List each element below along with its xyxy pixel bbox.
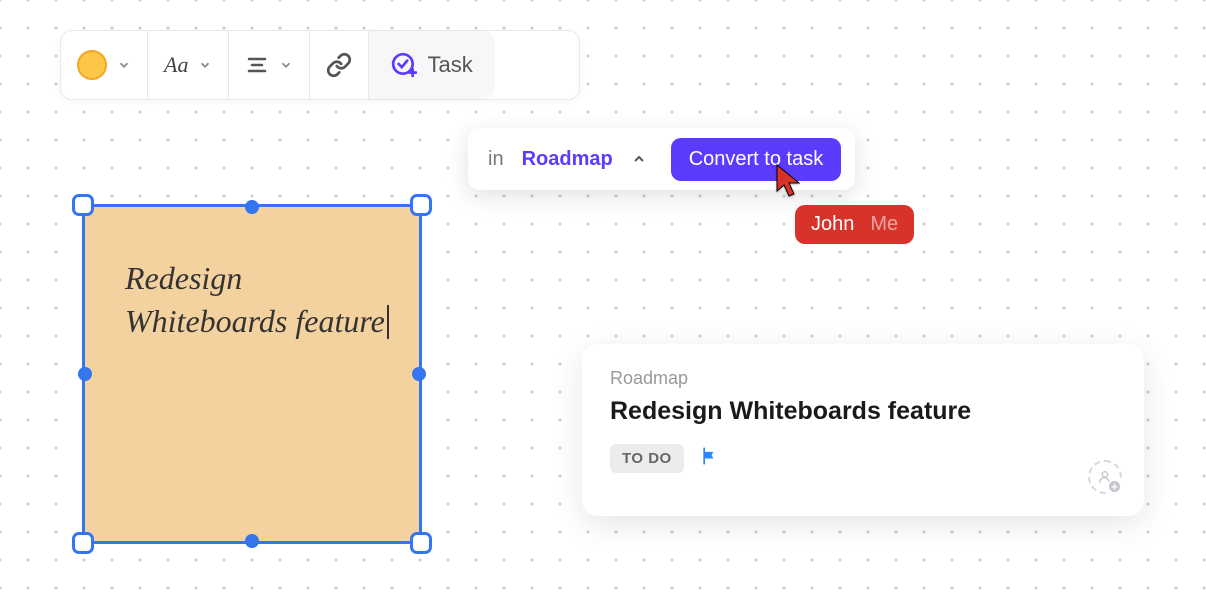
resize-handle-left[interactable] <box>78 367 92 381</box>
resize-handle-bottom[interactable] <box>245 534 259 548</box>
resize-handle-bottom-right[interactable] <box>410 532 432 554</box>
align-center-icon <box>245 53 269 77</box>
text-caret <box>387 305 389 339</box>
task-title[interactable]: Redesign Whiteboards feature <box>610 397 1116 426</box>
chevron-down-icon <box>279 58 293 72</box>
task-card[interactable]: Roadmap Redesign Whiteboards feature TO … <box>582 344 1144 516</box>
status-badge[interactable]: TO DO <box>610 444 684 473</box>
task-footer: TO DO <box>610 444 1116 473</box>
task-label: Task <box>427 52 472 78</box>
sticky-note[interactable]: Redesign Whiteboards feature <box>82 204 422 544</box>
list-name[interactable]: Roadmap <box>522 148 613 171</box>
chevron-down-icon <box>198 58 212 72</box>
collaborator-label: John Me <box>795 205 914 244</box>
sticky-note-text[interactable]: Redesign Whiteboards feature <box>125 257 389 343</box>
resize-handle-right[interactable] <box>412 367 426 381</box>
priority-flag-icon[interactable] <box>700 446 720 471</box>
align-picker-button[interactable] <box>229 31 310 99</box>
add-assignee-button[interactable]: + <box>1088 460 1122 494</box>
sticky-note-selection[interactable]: Redesign Whiteboards feature <box>72 194 432 554</box>
remote-cursor-icon <box>775 163 803 199</box>
plus-icon: + <box>1107 479 1122 494</box>
chevron-up-icon[interactable] <box>631 151 653 167</box>
me-label: Me <box>870 213 898 236</box>
color-picker-button[interactable] <box>61 31 148 99</box>
font-picker-button[interactable]: Aa <box>148 31 229 99</box>
convert-task-button[interactable]: Task <box>369 31 494 99</box>
link-button[interactable] <box>310 31 369 99</box>
font-icon: Aa <box>164 52 188 78</box>
resize-handle-top-left[interactable] <box>72 194 94 216</box>
resize-handle-top-right[interactable] <box>410 194 432 216</box>
convert-to-task-button[interactable]: Convert to task <box>671 138 842 181</box>
format-toolbar: Aa Task <box>60 30 580 100</box>
in-label: in <box>488 148 504 171</box>
task-breadcrumb[interactable]: Roadmap <box>610 368 1116 389</box>
color-swatch-icon <box>77 50 107 80</box>
link-icon <box>326 52 352 78</box>
resize-handle-top[interactable] <box>245 200 259 214</box>
resize-handle-bottom-left[interactable] <box>72 532 94 554</box>
user-name: John <box>811 213 854 236</box>
task-plus-icon <box>391 52 417 78</box>
chevron-down-icon <box>117 58 131 72</box>
